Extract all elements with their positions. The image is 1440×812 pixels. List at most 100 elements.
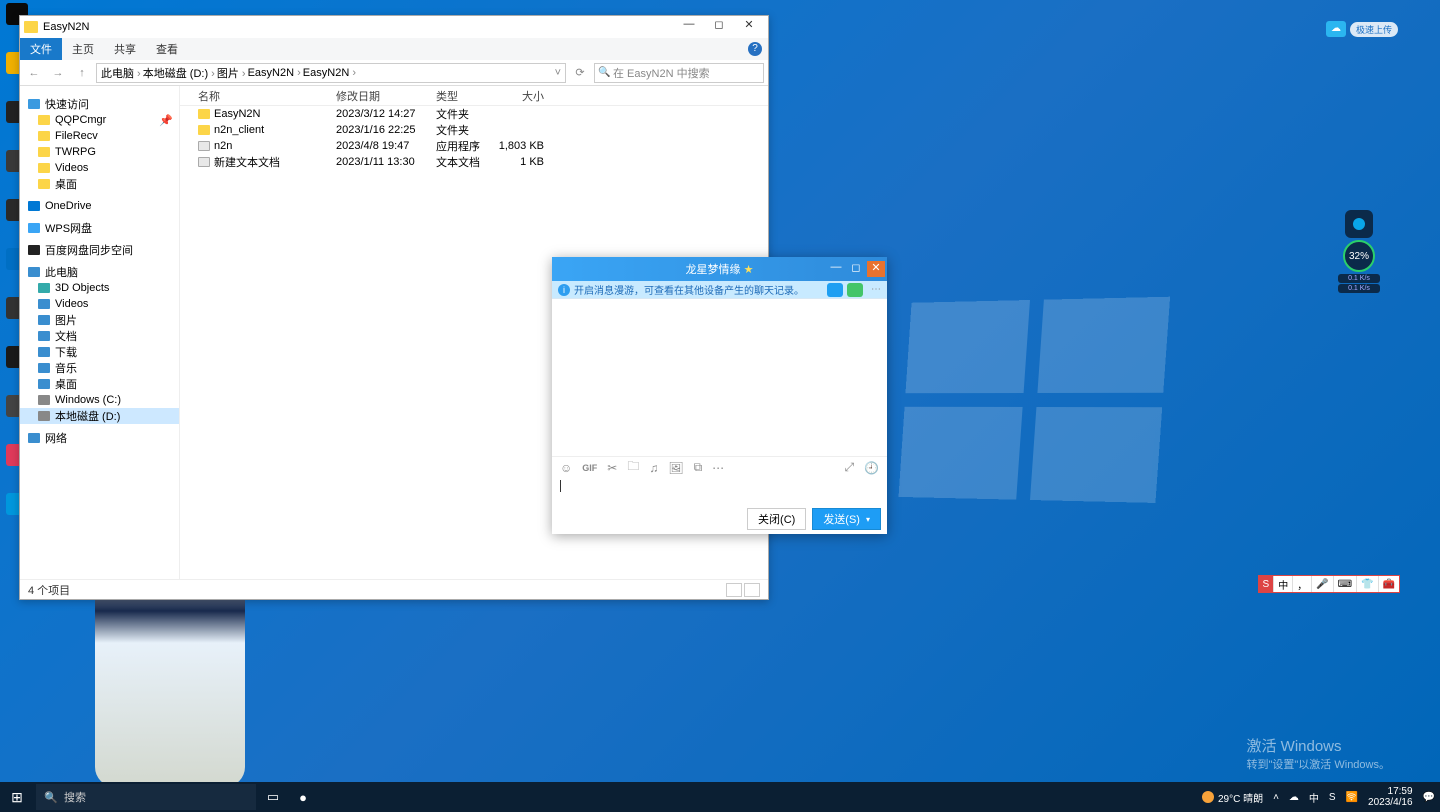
col-date[interactable]: 修改日期 [330,88,430,104]
breadcrumb-seg[interactable]: 图片 [217,65,246,81]
star-icon: ★ [744,263,754,276]
sidebar-item[interactable]: 音乐 [20,360,179,376]
gif-icon[interactable]: GIF [582,463,597,473]
sidebar-item[interactable]: 文档 [20,328,179,344]
music-icon[interactable]: ♫ [649,461,658,475]
ribbon-tab[interactable]: 共享 [104,38,146,60]
sidebar-item-selected[interactable]: 本地磁盘 (D:) [20,408,179,424]
start-button[interactable]: ⊞ [0,782,34,812]
image-icon[interactable]: 🖼 [668,461,683,475]
sidebar-item[interactable]: 桌面 [20,376,179,392]
ribbon-tab[interactable]: 主页 [62,38,104,60]
nav-back-button[interactable]: ← [24,63,44,83]
sidebar-item[interactable]: 下载 [20,344,179,360]
sidebar-item[interactable]: 图片 [20,312,179,328]
scissors-icon[interactable]: ✂ [607,461,617,475]
breadcrumb-seg[interactable]: 本地磁盘 (D:) [143,65,215,81]
nav-forward-button[interactable]: → [48,63,68,83]
taskbar-task-view-icon[interactable]: ▭ [258,782,288,812]
sidebar-item[interactable]: 3D Objects [20,280,179,296]
sidebar-item[interactable]: TWRPG [20,144,179,160]
chat-input-area[interactable] [552,478,887,508]
chat-toolbar: ☺ GIF ✂ 🗀 ♫ 🖼 ⧉ ⋯ ⤢ 🕘 [552,456,887,478]
ime-keyboard-icon[interactable]: ⌨ [1333,576,1356,592]
maximize-button[interactable]: ◻ [704,18,734,36]
refresh-button[interactable]: ⟳ [570,63,590,83]
column-headers[interactable]: 名称 修改日期 类型 大小 [180,86,768,106]
tray-chevron-icon[interactable]: ˄ [1268,792,1284,803]
taskbar-app-icon[interactable]: ● [288,782,318,812]
expand-icon[interactable]: ⤢ [844,460,854,475]
taskbar: ⊞ 搜索 ▭ ● 29°C 晴朗 ˄ ☁ 中 S 🛜 17:59 2023/4/… [0,782,1440,812]
chat-notice-bar[interactable]: i 开启消息漫游，可查看在其他设备产生的聊天记录。 ⋯ [552,281,887,299]
emoji-icon[interactable]: ☺ [560,461,572,475]
sidebar-item[interactable]: Videos [20,296,179,312]
sidebar-network[interactable]: 网络 [20,430,179,446]
chat-close-button[interactable]: ✕ [867,261,885,277]
file-row[interactable]: n2n_client 2023/1/16 22:25 文件夹 [180,122,768,138]
screenshot-icon[interactable]: ⧉ [694,460,703,475]
breadcrumb-seg[interactable]: EasyN2N [248,67,301,79]
sidebar-this-pc[interactable]: 此电脑 [20,264,179,280]
taskbar-clock[interactable]: 17:59 2023/4/16 [1363,786,1418,808]
tray-notifications-icon[interactable]: 💬 [1418,792,1440,803]
chevron-down-icon[interactable]: ▾ [866,515,870,524]
close-button[interactable]: ✕ [734,18,764,36]
sidebar-baidu[interactable]: 百度网盘同步空间 [20,242,179,258]
tray-ime-icon[interactable]: S [1324,792,1341,803]
breadcrumb-seg[interactable]: 此电脑 [101,65,141,81]
more-icon[interactable]: ⋯ [871,284,881,295]
nav-up-button[interactable]: ↑ [72,63,92,83]
cloud-upload-widget[interactable]: ☁ 极速上传 [1326,21,1398,37]
sidebar-item[interactable]: Windows (C:) [20,392,179,408]
ribbon-tab[interactable]: 查看 [146,38,188,60]
sidebar-item[interactable]: Videos [20,160,179,176]
view-details-button[interactable] [726,583,742,597]
breadcrumb-seg[interactable]: EasyN2N [303,67,356,79]
tray-network-icon[interactable]: 🛜 [1341,792,1363,803]
chat-titlebar[interactable]: 龙星梦情缘★ — ◻ ✕ [552,257,887,281]
ime-lang[interactable]: 中 [1273,576,1292,592]
voice-call-icon[interactable] [847,283,863,297]
tray-lang[interactable]: 中 [1304,790,1324,805]
folder-send-icon[interactable]: 🗀 [627,457,639,478]
chat-message-area [552,299,887,456]
ime-punct-icon[interactable]: ， [1292,576,1311,592]
sidebar-item[interactable]: 桌面 [20,176,179,192]
chat-maximize-button[interactable]: ◻ [847,261,865,277]
col-size[interactable]: 大小 [490,88,550,104]
tray-onedrive-icon[interactable]: ☁ [1284,792,1304,803]
file-row[interactable]: n2n 2023/4/8 19:47 应用程序 1,803 KB [180,138,768,154]
sidebar-item[interactable]: FileRecv [20,128,179,144]
taskbar-weather[interactable]: 29°C 晴朗 [1197,790,1268,805]
ime-logo-icon[interactable]: S [1259,576,1274,592]
video-call-icon[interactable] [827,283,843,297]
view-icons-button[interactable] [744,583,760,597]
col-name[interactable]: 名称 [180,88,330,104]
history-icon[interactable]: 🕘 [864,461,879,475]
sidebar-item[interactable]: QQPCmgr📌 [20,112,179,128]
col-type[interactable]: 类型 [430,88,490,104]
sidebar-onedrive[interactable]: OneDrive [20,198,179,214]
chat-send-button[interactable]: 发送(S)▾ [812,508,881,530]
network-gauge-widget[interactable]: 32% 0.1 K/s 0.1 K/s [1338,210,1380,294]
ime-mic-icon[interactable]: 🎤 [1311,576,1332,592]
more-tools-icon[interactable]: ⋯ [712,461,724,475]
minimize-button[interactable]: — [674,18,704,36]
file-row[interactable]: EasyN2N 2023/3/12 14:27 文件夹 [180,106,768,122]
ime-skin-icon[interactable]: 👕 [1356,576,1377,592]
search-input[interactable]: 在 EasyN2N 中搜索 [594,63,764,83]
ime-toolbox-icon[interactable]: 🧰 [1378,576,1399,592]
ime-toolbar[interactable]: S 中 ， 🎤 ⌨ 👕 🧰 [1258,575,1400,593]
breadcrumb[interactable]: 此电脑 本地磁盘 (D:) 图片 EasyN2N EasyN2N ˅ [96,63,566,83]
chat-minimize-button[interactable]: — [827,261,845,277]
activation-line1: 激活 Windows [1247,735,1391,756]
file-row[interactable]: 新建文本文档 2023/1/11 13:30 文本文档 1 KB [180,154,768,170]
taskbar-search-input[interactable]: 搜索 [36,784,256,810]
chat-close-action-button[interactable]: 关闭(C) [747,508,806,530]
sidebar-quick-access[interactable]: 快速访问 [20,96,179,112]
sidebar-wps[interactable]: WPS网盘 [20,220,179,236]
window-titlebar[interactable]: EasyN2N — ◻ ✕ [20,16,768,38]
ribbon-tab-file[interactable]: 文件 [20,38,62,60]
help-icon[interactable]: ? [748,42,762,56]
